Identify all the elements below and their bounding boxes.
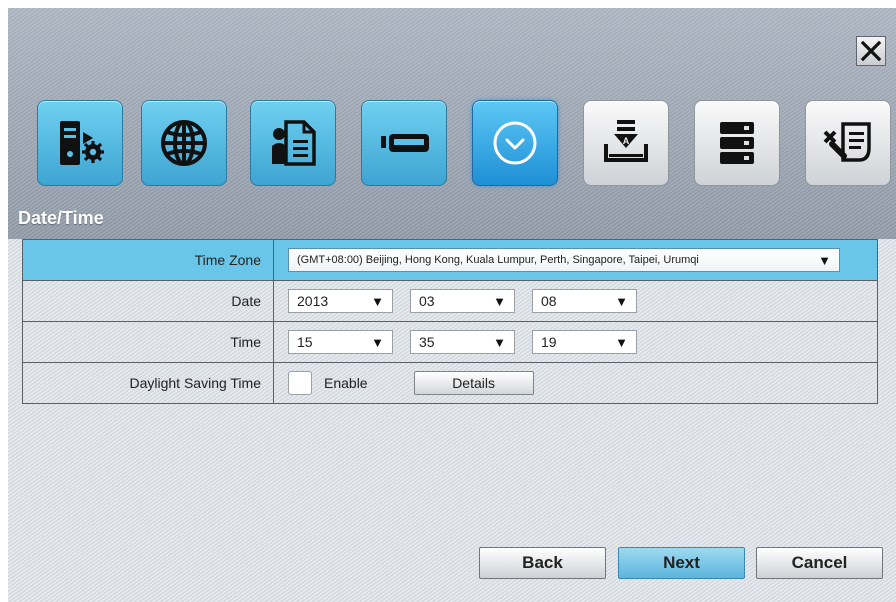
tab-date-time[interactable] bbox=[472, 100, 558, 186]
tab-user-account[interactable] bbox=[250, 100, 336, 186]
day-select[interactable]: 08 ▼ bbox=[532, 289, 637, 313]
time-zone-select[interactable]: (GMT+08:00) Beijing, Hong Kong, Kuala Lu… bbox=[288, 248, 840, 272]
month-select[interactable]: 03 ▼ bbox=[410, 289, 515, 313]
hour-select[interactable]: 15 ▼ bbox=[288, 330, 393, 354]
chevron-down-icon: ▼ bbox=[371, 334, 384, 350]
time-zone-row: Time Zone (GMT+08:00) Beijing, Hong Kong… bbox=[22, 239, 878, 281]
back-button[interactable]: Back bbox=[479, 547, 606, 579]
time-row: Time 15 ▼ 35 ▼ 19 ▼ bbox=[22, 321, 878, 363]
next-button[interactable]: Next bbox=[618, 547, 745, 579]
user-document-icon bbox=[272, 120, 316, 166]
storage-stack-icon bbox=[720, 122, 754, 164]
globe-icon bbox=[161, 120, 207, 166]
tab-network[interactable] bbox=[141, 100, 227, 186]
hour-value: 15 bbox=[297, 334, 313, 350]
dst-details-button[interactable]: Details bbox=[413, 371, 534, 395]
chevron-down-icon: ▼ bbox=[818, 252, 831, 268]
time-label: Time bbox=[22, 321, 274, 363]
chevron-down-icon: ▼ bbox=[493, 293, 506, 309]
close-button[interactable] bbox=[856, 36, 886, 66]
month-value: 03 bbox=[419, 293, 435, 309]
date-label: Date bbox=[22, 280, 274, 322]
chevron-down-icon: ▼ bbox=[615, 334, 628, 350]
date-time-form: Time Zone (GMT+08:00) Beijing, Hong Kong… bbox=[22, 239, 878, 404]
second-select[interactable]: 19 ▼ bbox=[532, 330, 637, 354]
tab-card-reader[interactable] bbox=[361, 100, 447, 186]
year-select[interactable]: 2013 ▼ bbox=[288, 289, 393, 313]
date-row: Date 2013 ▼ 03 ▼ 08 ▼ bbox=[22, 280, 878, 322]
time-zone-value: (GMT+08:00) Beijing, Hong Kong, Kuala Lu… bbox=[297, 254, 699, 266]
clock-icon bbox=[493, 121, 537, 165]
card-reader-icon bbox=[381, 134, 429, 152]
chevron-down-icon: ▼ bbox=[371, 293, 384, 309]
day-value: 08 bbox=[541, 293, 557, 309]
dst-label: Daylight Saving Time bbox=[22, 362, 274, 404]
dst-row: Daylight Saving Time Enable Details bbox=[22, 362, 878, 404]
tab-storage[interactable] bbox=[694, 100, 780, 186]
second-value: 19 bbox=[541, 334, 557, 350]
minute-select[interactable]: 35 ▼ bbox=[410, 330, 515, 354]
chevron-down-icon: ▼ bbox=[615, 293, 628, 309]
tab-installation[interactable]: A bbox=[583, 100, 669, 186]
wizard-header: A Date/Time bbox=[8, 8, 896, 239]
year-value: 2013 bbox=[297, 293, 329, 309]
dst-enable-checkbox[interactable] bbox=[288, 371, 312, 395]
close-icon bbox=[860, 40, 882, 62]
time-zone-label: Time Zone bbox=[22, 239, 274, 281]
cancel-button[interactable]: Cancel bbox=[756, 547, 883, 579]
tab-server-settings[interactable] bbox=[37, 100, 123, 186]
chevron-down-icon: ▼ bbox=[493, 334, 506, 350]
section-title: Date/Time bbox=[18, 208, 104, 228]
svg-text:A: A bbox=[623, 136, 630, 146]
server-settings-icon bbox=[60, 121, 104, 165]
install-tray-icon: A bbox=[604, 120, 648, 162]
tools-list-icon bbox=[823, 122, 871, 162]
dst-enable-label: Enable bbox=[324, 375, 368, 391]
minute-value: 35 bbox=[419, 334, 435, 350]
tab-tools[interactable] bbox=[805, 100, 891, 186]
